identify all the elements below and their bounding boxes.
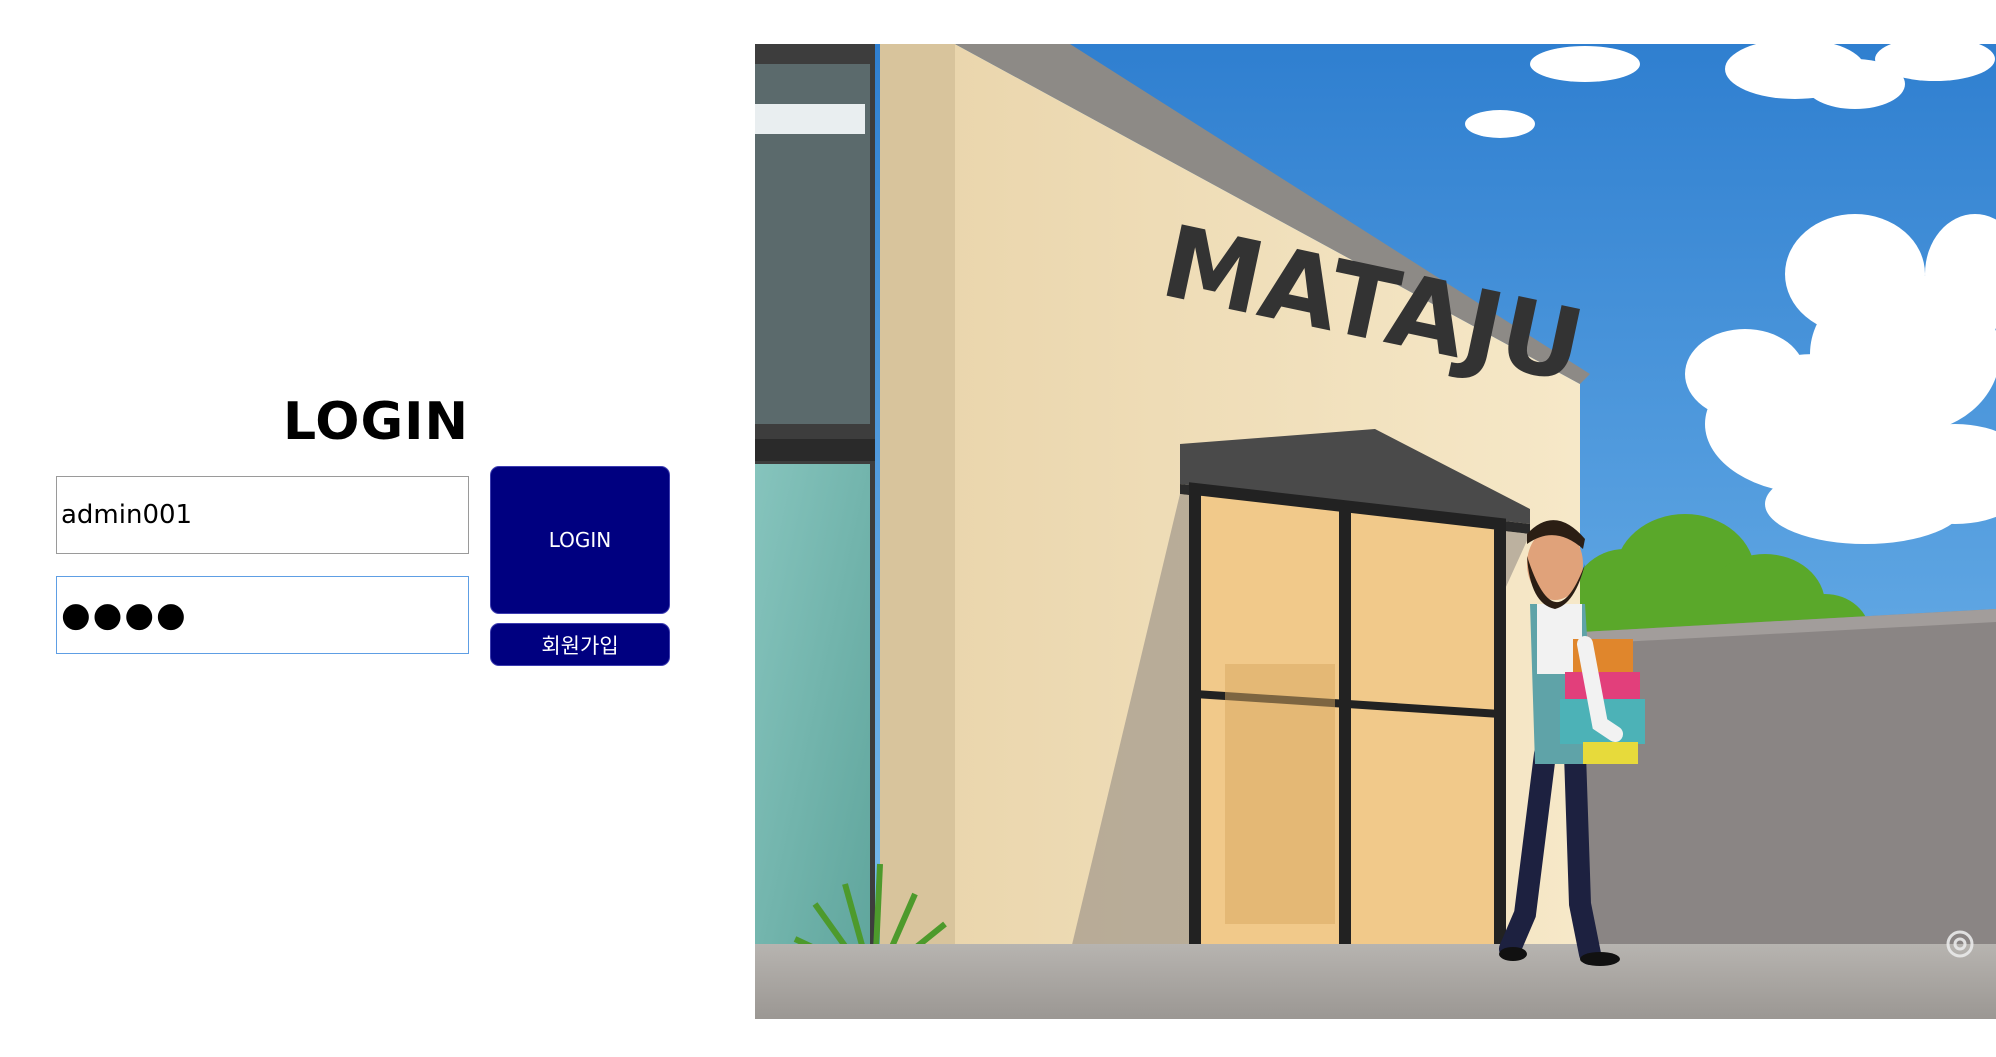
login-page: LOGIN LOGIN 회원가입 [0,0,1996,1057]
page-title: LOGIN [282,392,470,452]
signup-button[interactable]: 회원가입 [490,623,670,666]
sidewalk [755,944,1996,1019]
login-button[interactable]: LOGIN [490,466,670,614]
storefront-scene: MATAJU [755,44,1996,1019]
storefront-illustration: MATAJU [755,44,1996,1019]
user-id-input[interactable] [56,476,469,554]
entrance-door [1189,482,1506,971]
password-input[interactable] [56,576,469,654]
